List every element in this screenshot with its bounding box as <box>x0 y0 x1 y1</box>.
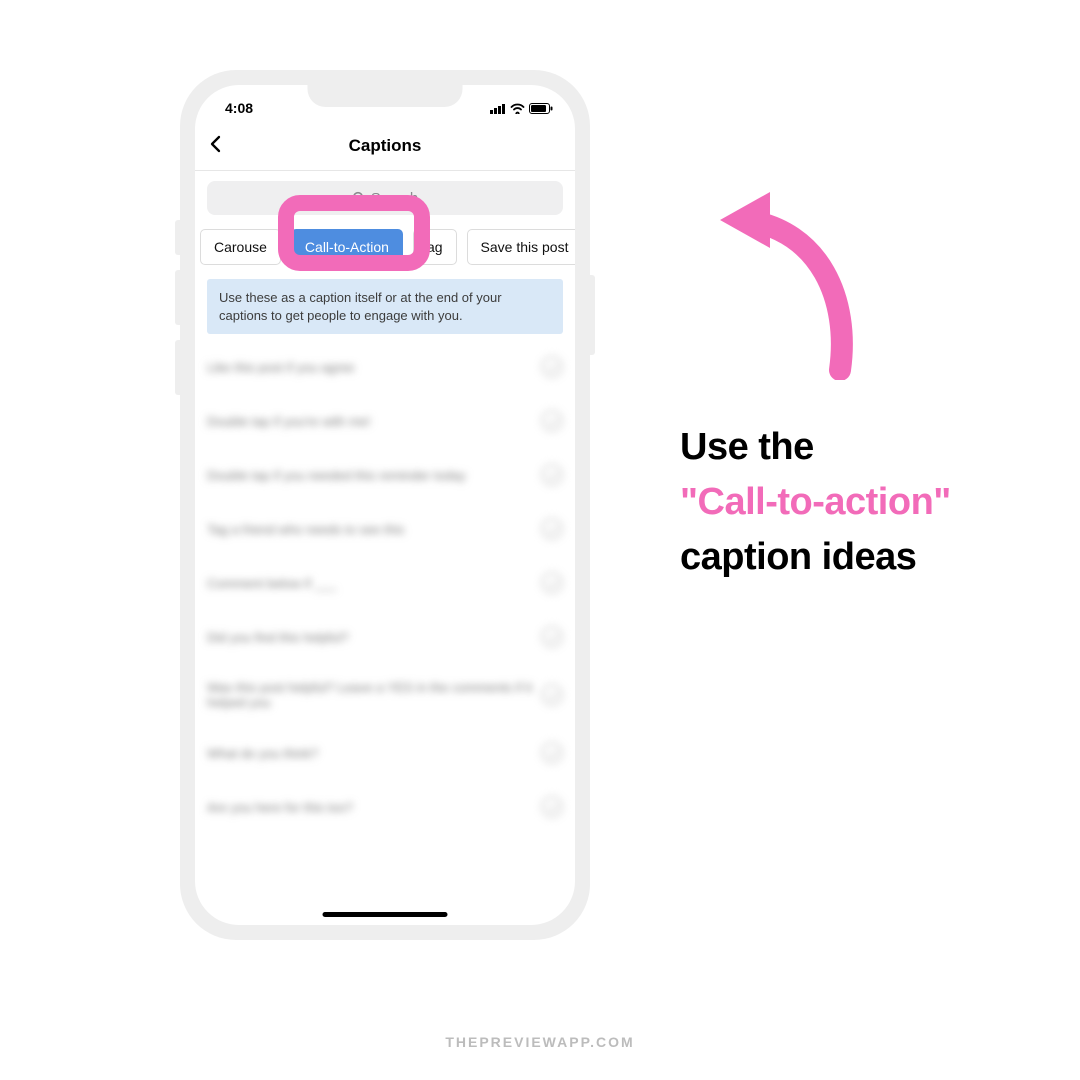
chip-save-this-post[interactable]: Save this post <box>467 229 575 265</box>
list-item[interactable]: Was this post helpful? Leave a YES in th… <box>207 664 563 726</box>
headline-line1: Use the <box>680 420 951 475</box>
check-circle-icon[interactable] <box>541 796 563 818</box>
list-item[interactable]: Did you find this helpful? <box>207 610 563 664</box>
search-wrap: Search <box>195 171 575 215</box>
search-input[interactable]: Search <box>207 181 563 215</box>
search-placeholder: Search <box>371 190 419 207</box>
battery-icon <box>529 103 553 114</box>
status-icons <box>490 103 553 114</box>
status-time: 4:08 <box>225 100 253 116</box>
check-circle-icon[interactable] <box>541 742 563 764</box>
list-item[interactable]: Like this post if you agree <box>207 340 563 394</box>
home-indicator <box>323 912 448 917</box>
list-item[interactable]: Double tap if you needed this reminder t… <box>207 448 563 502</box>
category-chips[interactable]: Carouse Call-to-Action ag Save this post <box>195 215 575 279</box>
back-button[interactable] <box>209 133 221 159</box>
check-circle-icon[interactable] <box>541 572 563 594</box>
phone-notch <box>308 85 463 107</box>
list-item[interactable]: What do you think? <box>207 726 563 780</box>
check-circle-icon[interactable] <box>541 684 563 706</box>
check-circle-icon[interactable] <box>541 626 563 648</box>
check-circle-icon[interactable] <box>541 410 563 432</box>
search-icon <box>352 191 366 205</box>
list-item[interactable]: Comment below if ___ <box>207 556 563 610</box>
phone-side-button <box>590 275 595 355</box>
wifi-icon <box>510 103 525 114</box>
chip-call-to-action[interactable]: Call-to-Action <box>291 229 403 265</box>
check-circle-icon[interactable] <box>541 464 563 486</box>
check-circle-icon[interactable] <box>541 356 563 378</box>
info-banner: Use these as a caption itself or at the … <box>207 279 563 334</box>
phone-side-button <box>175 220 180 255</box>
page-title: Captions <box>349 136 422 156</box>
headline-highlight: "Call-to-action" <box>680 475 951 530</box>
chip-carousel[interactable]: Carouse <box>200 229 281 265</box>
cellular-icon <box>490 103 506 114</box>
list-item[interactable]: Tag a friend who needs to see this <box>207 502 563 556</box>
caption-list[interactable]: Like this post if you agree Double tap i… <box>195 334 575 834</box>
chevron-left-icon <box>209 135 221 153</box>
headline-line3: caption ideas <box>680 530 951 585</box>
curved-arrow-icon <box>700 180 860 380</box>
phone-screen: 4:08 Captions Search <box>195 85 575 925</box>
footer-brand: THEPREVIEWAPP.COM <box>0 1034 1080 1050</box>
phone-side-button <box>175 340 180 395</box>
check-circle-icon[interactable] <box>541 518 563 540</box>
list-item[interactable]: Are you here for this too? <box>207 780 563 834</box>
phone-frame: 4:08 Captions Search <box>180 70 590 940</box>
nav-header: Captions <box>195 121 575 171</box>
headline: Use the "Call-to-action" caption ideas <box>680 420 951 585</box>
phone-side-button <box>175 270 180 325</box>
chip-tag[interactable]: ag <box>413 229 457 265</box>
list-item[interactable]: Double tap if you're with me! <box>207 394 563 448</box>
